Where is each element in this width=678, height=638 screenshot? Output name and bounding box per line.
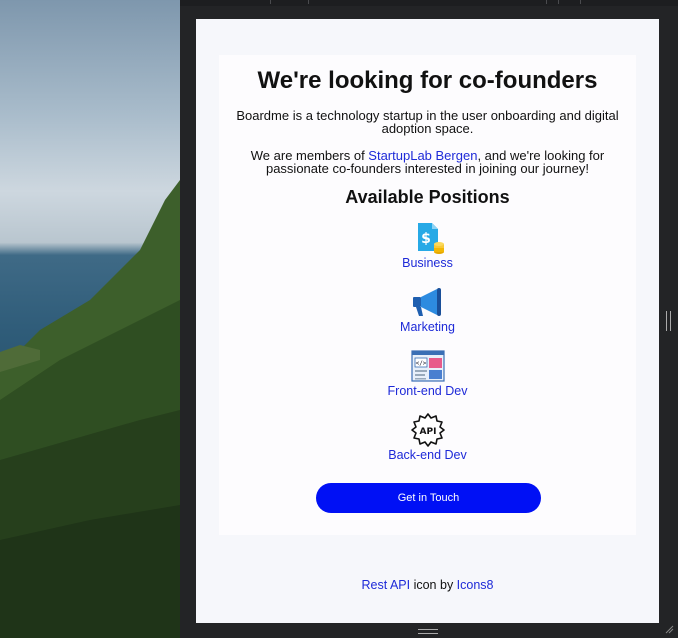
members-paragraph: We are members of StartupLab Bergen, and… bbox=[227, 149, 628, 175]
toolbar-divider bbox=[580, 0, 581, 4]
vertical-resize-handle[interactable] bbox=[666, 311, 671, 331]
mountain-landscape-image bbox=[0, 180, 180, 638]
position-label[interactable]: Front-end Dev bbox=[219, 384, 636, 398]
megaphone-icon bbox=[412, 288, 441, 316]
svg-text:$: $ bbox=[421, 231, 431, 247]
position-marketing[interactable]: Marketing bbox=[219, 284, 636, 334]
toolbar-divider bbox=[558, 0, 559, 4]
toolbar-divider bbox=[270, 0, 271, 4]
page-viewport[interactable]: We're looking for co-founders Boardme is… bbox=[196, 19, 659, 623]
content-card: We're looking for co-founders Boardme is… bbox=[219, 55, 636, 535]
rest-api-link[interactable]: Rest API bbox=[361, 578, 410, 592]
horizontal-resize-handle[interactable] bbox=[418, 629, 438, 634]
intro-text: Boardme is a technology startup in the u… bbox=[236, 108, 619, 136]
icon-credit: Rest API icon by Icons8 bbox=[196, 578, 659, 592]
svg-text:</>: </> bbox=[415, 360, 426, 367]
corner-resize-icon[interactable] bbox=[664, 624, 674, 634]
position-backend[interactable]: API Back-end Dev bbox=[219, 412, 636, 462]
toolbar-divider bbox=[546, 0, 547, 4]
position-label[interactable]: Back-end Dev bbox=[219, 448, 636, 462]
icons8-link[interactable]: Icons8 bbox=[457, 578, 494, 592]
credit-text: icon by bbox=[410, 578, 457, 592]
toolbar-divider bbox=[308, 0, 309, 4]
desktop-wallpaper bbox=[0, 0, 180, 638]
position-frontend[interactable]: </> Front-end Dev bbox=[219, 348, 636, 398]
position-business[interactable]: $ Business bbox=[219, 220, 636, 270]
page-title: We're looking for co-founders bbox=[257, 67, 598, 94]
svg-text:API: API bbox=[419, 427, 436, 437]
get-in-touch-button[interactable]: Get in Touch bbox=[316, 483, 541, 513]
code-window-icon: </> bbox=[410, 350, 445, 382]
position-label[interactable]: Marketing bbox=[219, 320, 636, 334]
api-gear-icon: API bbox=[410, 413, 445, 447]
position-label[interactable]: Business bbox=[219, 256, 636, 270]
dollar-document-icon: $ bbox=[417, 223, 444, 254]
positions-heading: Available Positions bbox=[345, 187, 510, 207]
window-top-bar bbox=[180, 0, 678, 6]
